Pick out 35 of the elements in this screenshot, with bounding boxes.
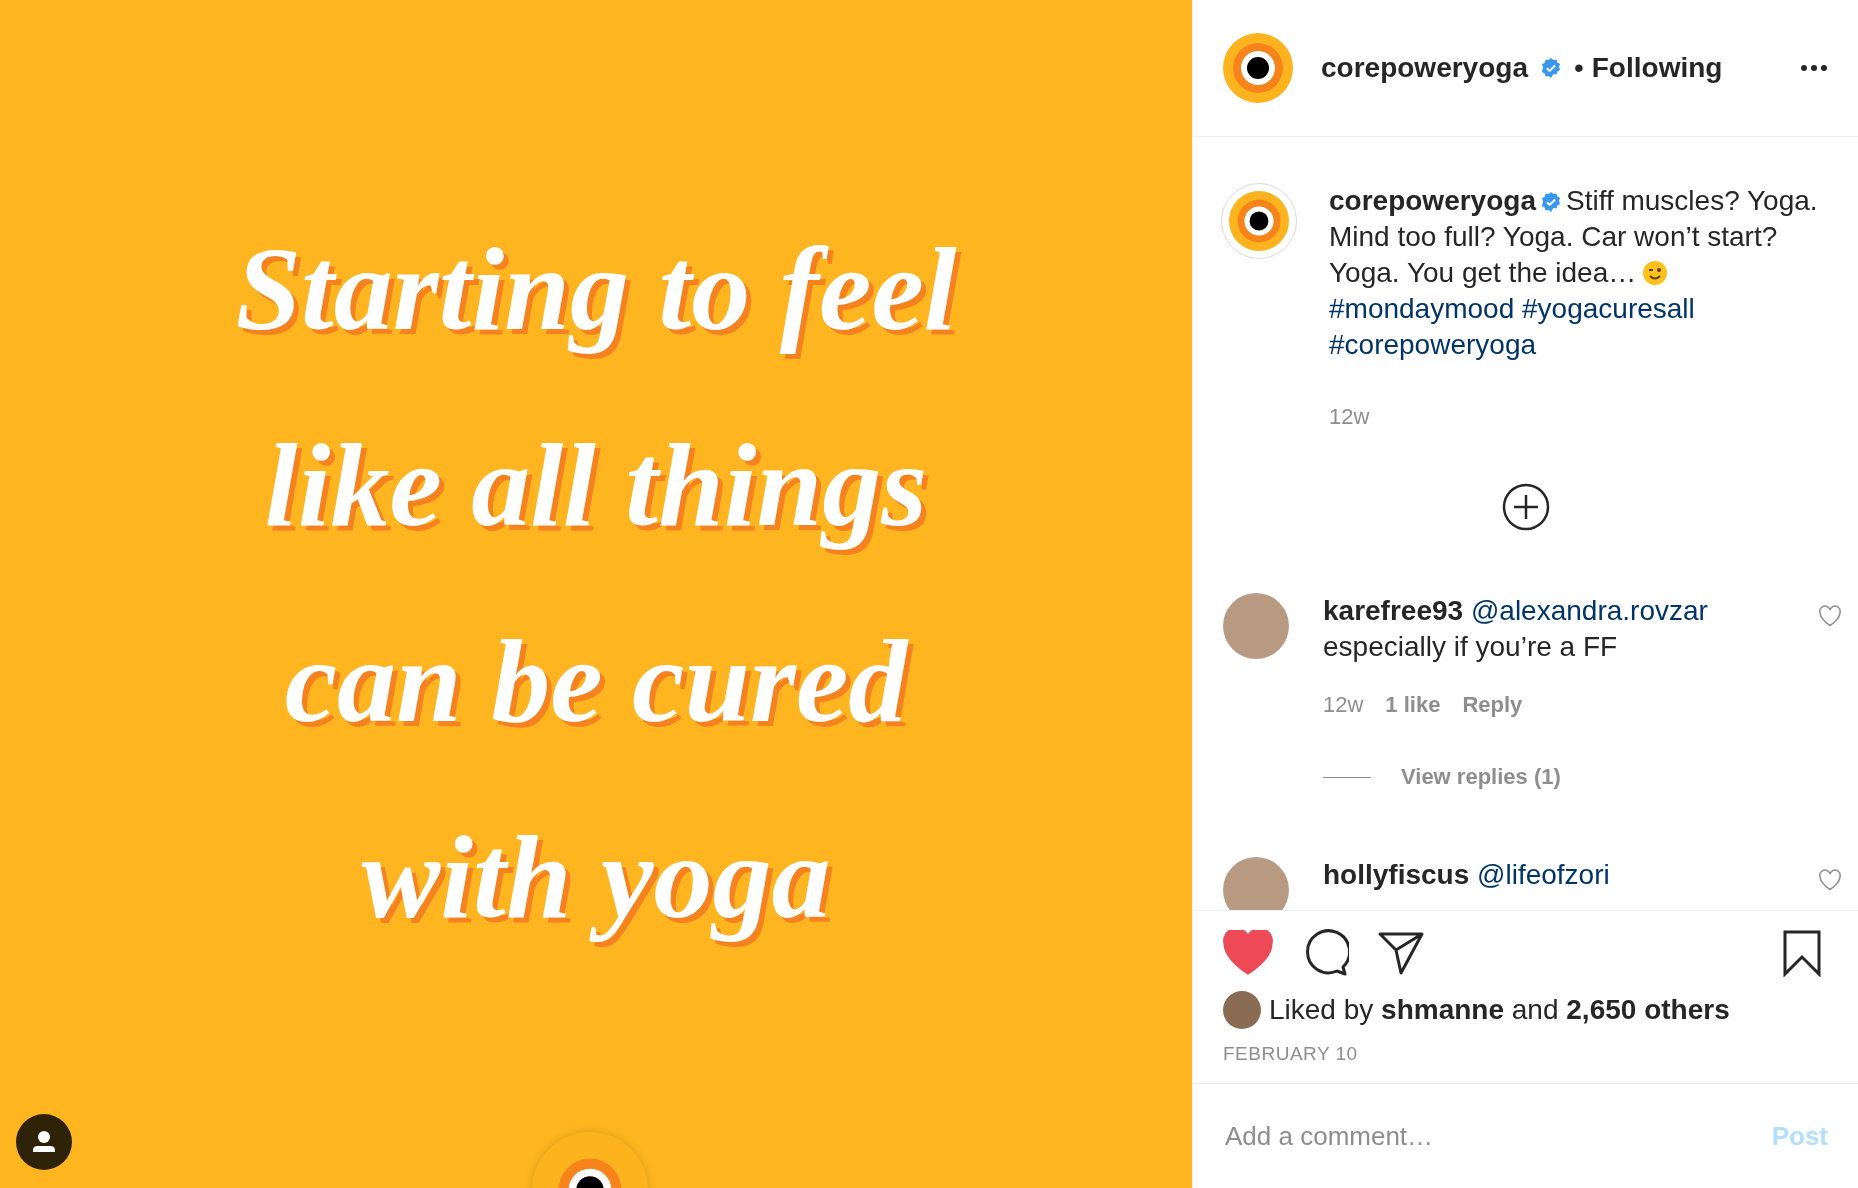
send-icon[interactable] — [1377, 930, 1425, 976]
logo-avatar[interactable] — [1223, 33, 1293, 103]
heart-icon[interactable] — [1818, 869, 1842, 891]
hashtag-link[interactable]: #yogacuresall — [1522, 293, 1695, 324]
load-more-plus-icon[interactable] — [1501, 483, 1550, 531]
username-link[interactable]: karefree93 — [1323, 595, 1464, 626]
follow-status[interactable]: Following — [1591, 52, 1723, 84]
likes-summary[interactable]: Liked by shmanne and 2,650 others — [1269, 994, 1730, 1026]
bookmark-icon[interactable] — [1782, 929, 1822, 977]
avatar-photo[interactable] — [1223, 857, 1289, 910]
heart-icon[interactable] — [1223, 930, 1273, 976]
post-date: FEBRUARY 10 — [1223, 1043, 1359, 1065]
heart-icon[interactable] — [1818, 605, 1842, 627]
user-tag-icon[interactable] — [16, 1114, 72, 1170]
post-time: 12w — [1329, 403, 1371, 431]
comment-text: karefree93 @alexandra.rovzar especially if you’re a FF — [1323, 594, 1709, 664]
username-link[interactable]: corepoweryoga — [1321, 52, 1528, 84]
quote-text: Starting to feel — [235, 223, 957, 357]
quote-text: with yoga — [361, 811, 831, 945]
comment-time: 12w — [1323, 691, 1364, 719]
hashtag-link[interactable]: #mondaymood — [1329, 293, 1515, 324]
winking-face-icon — [1642, 260, 1669, 286]
comment-input[interactable]: Add a comment… — [1223, 1119, 1760, 1153]
quote-text: like all things — [264, 419, 928, 553]
separator-dot: • — [1573, 52, 1584, 84]
more-options-icon[interactable] — [1800, 64, 1828, 72]
logo-avatar[interactable] — [1229, 191, 1289, 251]
quote-text: can be cured — [284, 615, 908, 749]
username-link[interactable]: corepoweryoga — [1329, 185, 1536, 216]
avatar-photo[interactable] — [1223, 991, 1261, 1029]
username-link[interactable]: hollyfiscus — [1323, 859, 1470, 890]
mention-link[interactable]: @lifeofzori — [1477, 859, 1610, 890]
hashtag-link[interactable]: #corepoweryoga — [1329, 329, 1537, 360]
caption-text: corepoweryoga Stiff muscles? Yoga. Mind too full? Yoga. Car won’t start? Yoga. You get the idea… #mondaymood #yogacuresall #corepoweryoga — [1329, 184, 1819, 362]
mention-link[interactable]: @alexandra.rovzar — [1470, 595, 1708, 626]
